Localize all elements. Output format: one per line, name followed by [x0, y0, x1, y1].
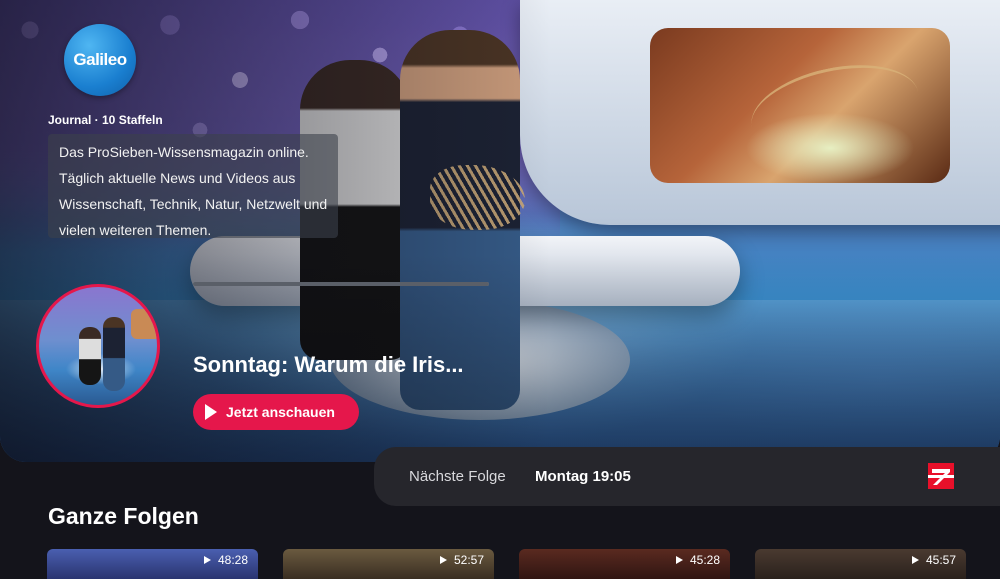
show-description-box: Das ProSieben-Wissensmagazin online. Täg… — [48, 134, 338, 238]
card-duration: 52:57 — [439, 553, 484, 567]
show-description: Das ProSieben-Wissensmagazin online. Täg… — [59, 144, 328, 238]
episode-card[interactable]: 45:57 — [755, 549, 966, 579]
episode-title: Sonntag: Warum die Iris... — [193, 352, 464, 377]
section-title: Ganze Folgen — [48, 503, 199, 529]
card-duration-text: 45:57 — [925, 553, 956, 567]
next-episode-time: Montag 19:05 — [535, 468, 631, 485]
episode-card[interactable]: 52:57 — [283, 549, 494, 579]
episode-cards-row: 48:28 52:57 45:28 45:57 — [47, 549, 1000, 579]
card-duration: 45:57 — [911, 553, 956, 567]
next-episode-bar[interactable]: Nächste Folge Montag 19:05 — [374, 447, 1000, 506]
episode-card[interactable]: 48:28 — [47, 549, 258, 579]
card-duration-text: 52:57 — [453, 553, 484, 567]
card-duration: 48:28 — [203, 553, 248, 567]
thumb-figure-1 — [79, 327, 101, 385]
galileo-logo-text: Galileo — [73, 50, 127, 69]
prosieben-logo-icon — [928, 463, 954, 489]
episode-card[interactable]: 45:28 — [519, 549, 730, 579]
progress-bar-fill — [193, 282, 489, 286]
card-duration-text: 45:28 — [689, 553, 720, 567]
show-meta: Journal · 10 Staffeln — [48, 113, 163, 127]
card-duration: 45:28 — [675, 553, 720, 567]
watch-now-button[interactable]: Jetzt anschauen — [193, 394, 359, 430]
galileo-logo: Galileo — [64, 24, 136, 96]
thumb-screen — [131, 309, 157, 339]
hero-banner: Galileo Journal · 10 Staffeln Das ProSie… — [0, 0, 1000, 462]
play-icon — [205, 404, 217, 420]
progress-bar — [193, 282, 489, 286]
episode-thumbnail[interactable] — [36, 284, 160, 408]
watch-now-label: Jetzt anschauen — [226, 404, 335, 420]
next-episode-label: Nächste Folge — [409, 468, 506, 485]
thumb-figure-2 — [103, 317, 125, 391]
card-duration-text: 48:28 — [217, 553, 248, 567]
